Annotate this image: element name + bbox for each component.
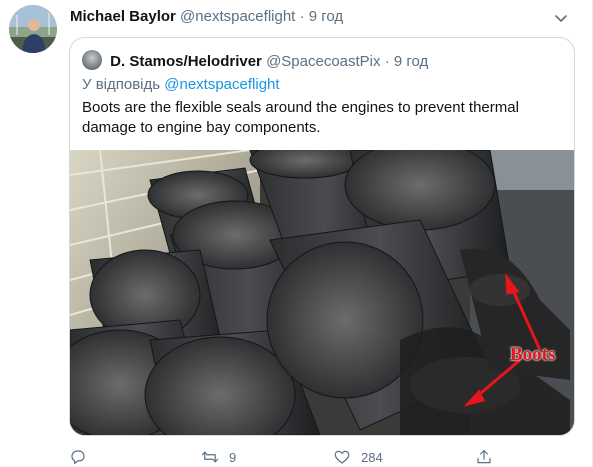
quoted-author-name: D. Stamos/Helodriver — [110, 53, 262, 70]
quoted-author-avatar — [82, 50, 102, 70]
quoted-author-handle: @SpacecoastPix — [266, 53, 381, 70]
author-handle[interactable]: @nextspaceflight — [180, 8, 295, 25]
quoted-tweet-text: Boots are the flexible seals around the … — [82, 99, 519, 136]
author-avatar[interactable] — [9, 5, 57, 53]
quoted-tweet-photo[interactable]: Boots — [70, 150, 574, 435]
quoted-separator: · — [384, 53, 390, 70]
reply-button[interactable] — [69, 448, 97, 466]
retweet-button[interactable]: 9 — [201, 448, 236, 466]
retweet-icon — [201, 451, 219, 463]
quoted-time: 9 год — [393, 53, 429, 70]
image-annotation-label: Boots — [510, 344, 556, 365]
tweet-header: Michael Baylor @nextspaceflight · 9 год — [70, 8, 343, 26]
share-icon — [477, 450, 491, 464]
quoted-tweet-header: D. Stamos/Helodriver @SpacecoastPix · 9 … — [82, 50, 428, 72]
like-button[interactable]: 284 — [333, 448, 383, 466]
reply-mention-link[interactable]: @nextspaceflight — [164, 76, 279, 93]
tweet-actions: 9 284 — [0, 448, 593, 466]
reply-context: У відповідь @nextspaceflight — [82, 75, 280, 95]
like-icon — [334, 450, 350, 464]
reply-icon — [71, 450, 85, 464]
header-separator: · — [299, 8, 305, 25]
author-name[interactable]: Michael Baylor — [70, 8, 176, 25]
reply-prefix: У відповідь — [82, 76, 161, 93]
share-button[interactable] — [475, 448, 493, 466]
caret-down-icon[interactable] — [551, 8, 571, 28]
like-count: 284 — [361, 449, 383, 465]
tweet-time[interactable]: 9 год — [309, 8, 343, 25]
retweet-count: 9 — [229, 449, 237, 465]
quoted-tweet[interactable]: D. Stamos/Helodriver @SpacecoastPix · 9 … — [69, 37, 575, 436]
